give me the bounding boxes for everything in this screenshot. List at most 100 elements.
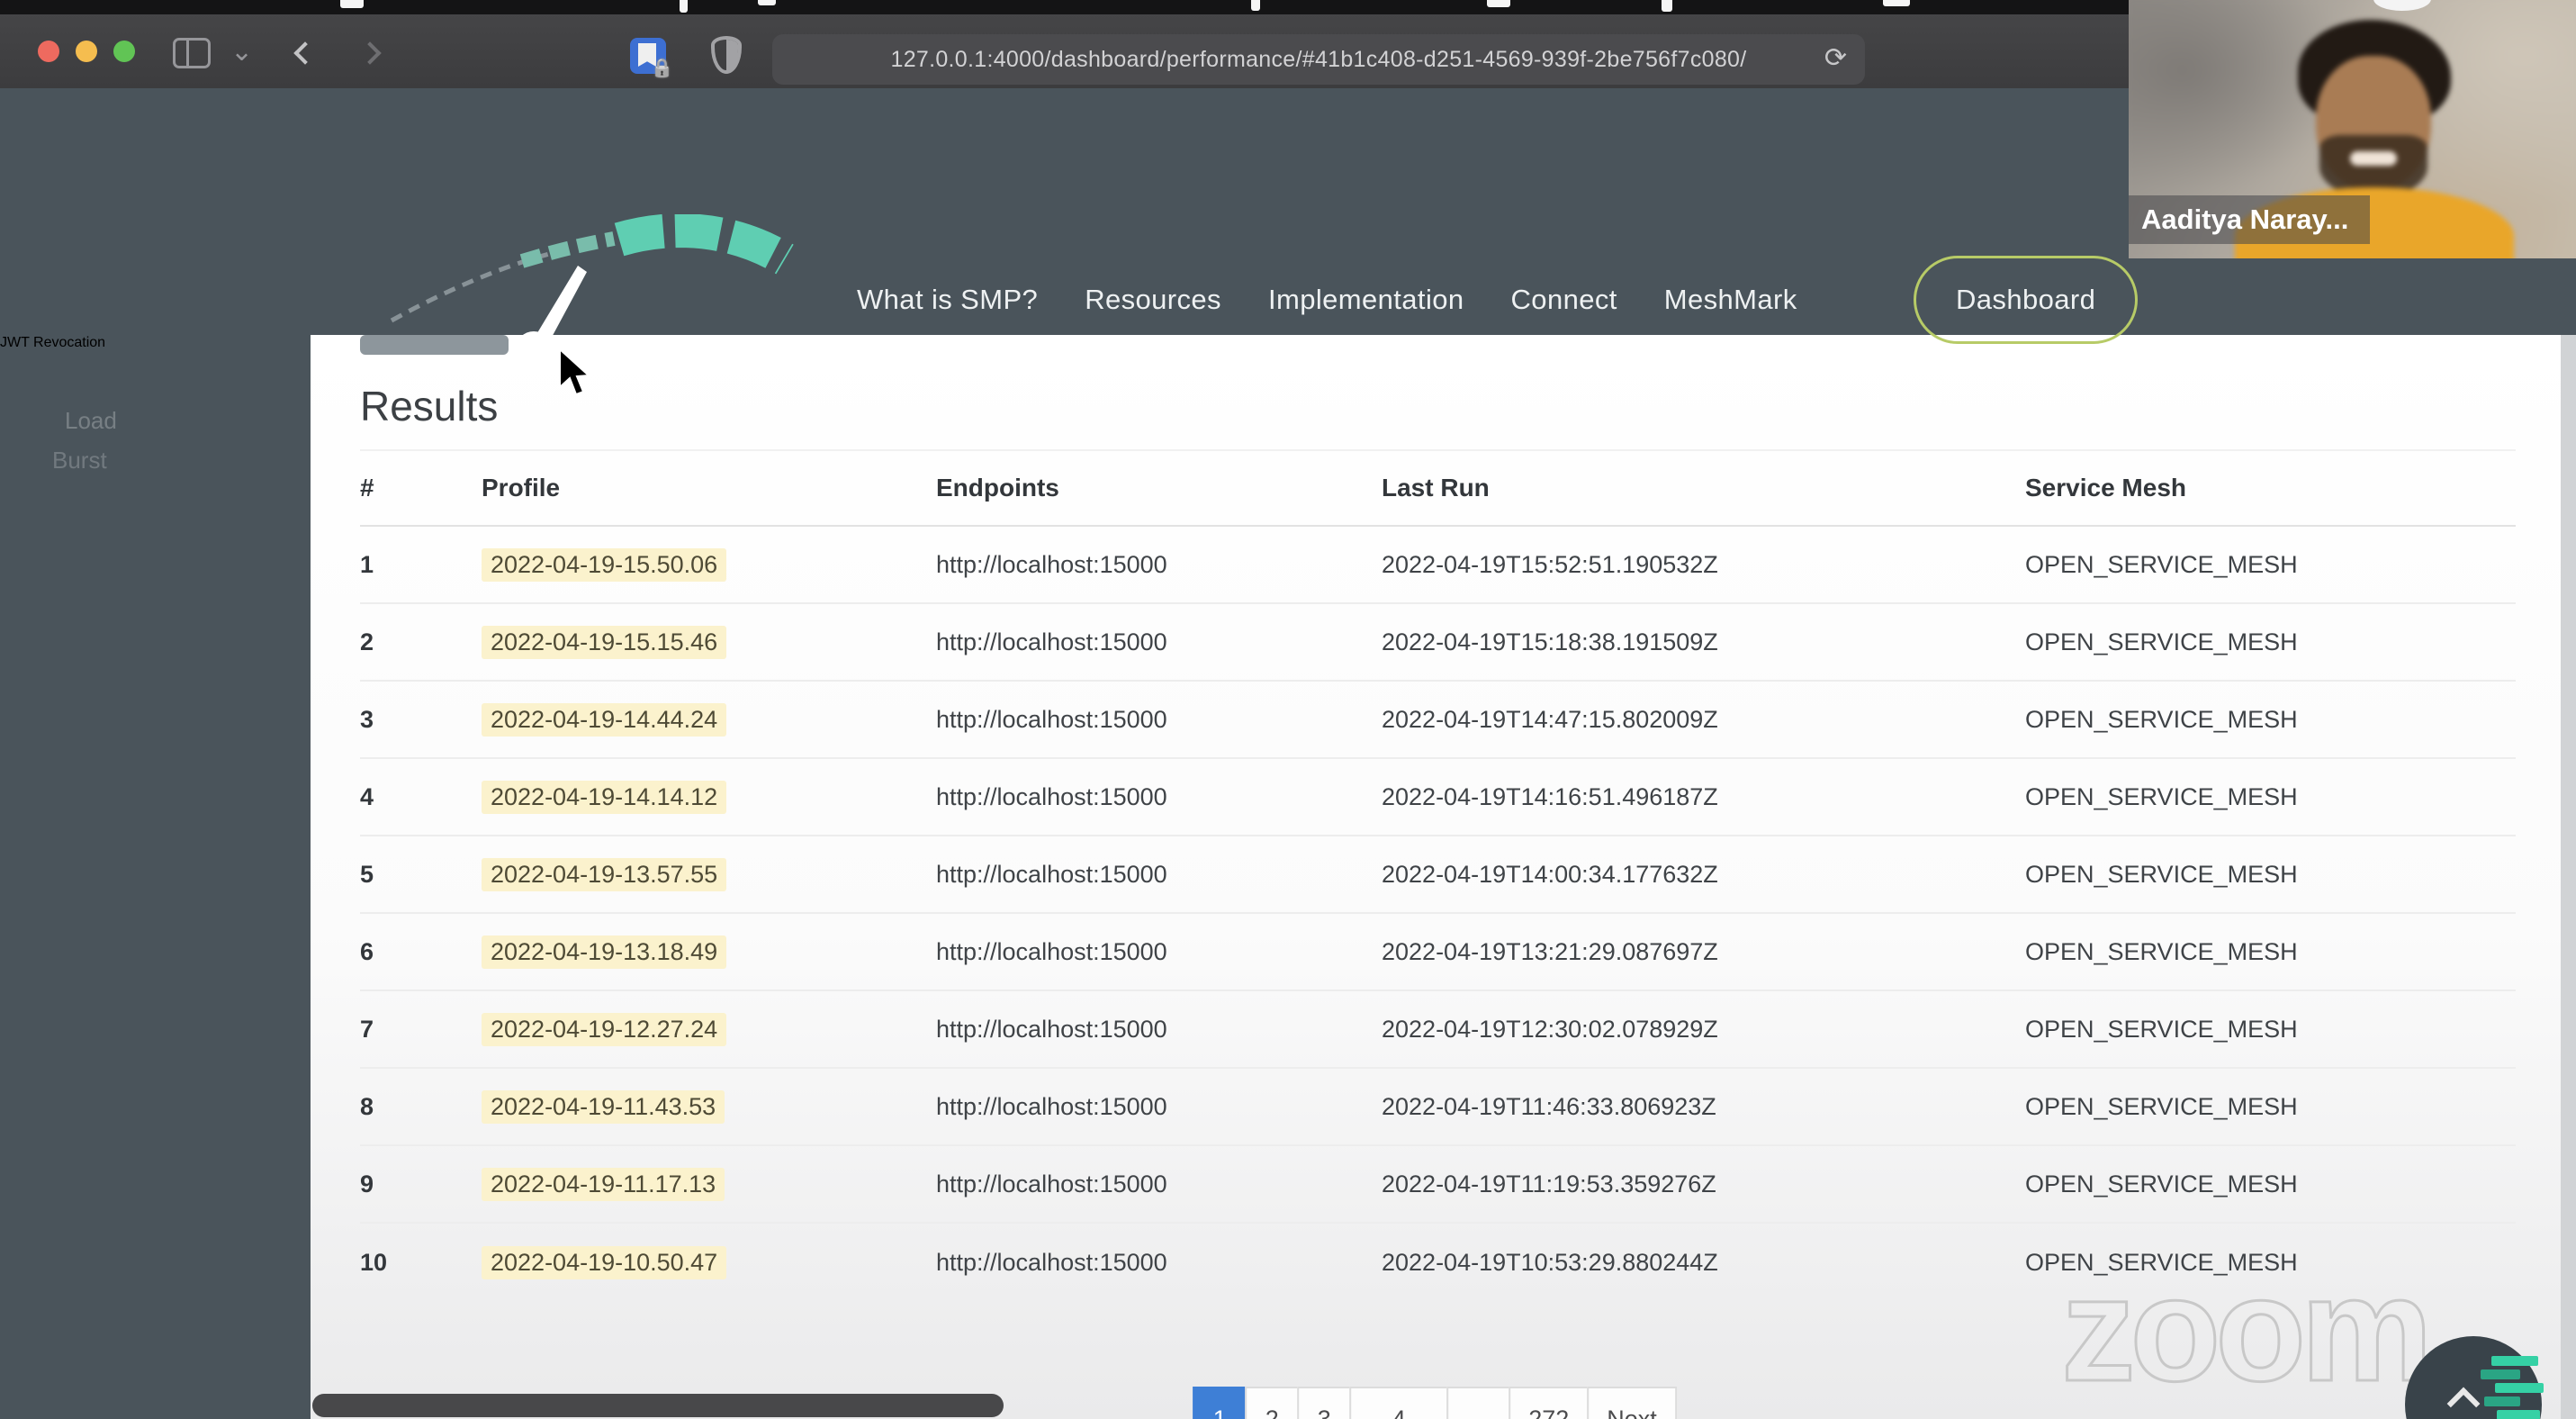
table-row[interactable]: 3 2022-04-19-14.44.24 http://localhost:1… [360, 682, 2516, 759]
profile-cell[interactable]: 2022-04-19-14.14.12 [482, 780, 936, 814]
lastrun-cell: 2022-04-19T11:19:53.359276Z [1382, 1170, 1716, 1198]
profile-cell[interactable]: 2022-04-19-11.43.53 [482, 1089, 936, 1124]
forward-button[interactable] [358, 41, 382, 65]
row-number: 4 [360, 782, 374, 810]
clipped-letter [758, 0, 776, 5]
row-number: 9 [360, 1170, 374, 1198]
clipped-letter [340, 0, 364, 8]
lastrun-cell: 2022-04-19T14:16:51.496187Z [1382, 782, 1718, 810]
logo-wordmark: SMP [583, 331, 689, 374]
page-button[interactable]: … [1446, 1387, 1511, 1419]
table-row[interactable]: 4 2022-04-19-14.14.12 http://localhost:1… [360, 759, 2516, 836]
table-row[interactable]: 1 2022-04-19-15.50.06 http://localhost:1… [360, 527, 2516, 604]
password-extension-icon[interactable] [630, 38, 666, 74]
main-nav: What is SMP? Resources Implementation Conne… [857, 176, 1797, 423]
page-button[interactable]: 3 [1297, 1387, 1352, 1419]
profile-cell[interactable]: 2022-04-19-13.57.55 [482, 857, 936, 891]
endpoint-cell: http://localhost:15000 [936, 705, 1167, 733]
sidebar-toggle-icon[interactable] [173, 38, 211, 68]
nav-link[interactable]: MeshMark [1664, 284, 1797, 316]
endpoint-cell: http://localhost:15000 [936, 1092, 1167, 1120]
nav-link[interactable]: Implementation [1268, 284, 1464, 316]
mesh-cell: OPEN_SERVICE_MESH [2025, 1170, 2298, 1198]
clipped-letter [680, 0, 688, 13]
rail-label[interactable]: JWT Revocation [0, 335, 105, 351]
row-number: 1 [360, 550, 374, 578]
lastrun-cell: 2022-04-19T14:00:34.177632Z [1382, 860, 1718, 888]
row-number: 2 [360, 628, 374, 655]
endpoint-cell: http://localhost:15000 [936, 782, 1167, 810]
left-rail: Load Burst JWT Revocation [0, 335, 311, 1419]
lastrun-cell: 2022-04-19T12:30:02.078929Z [1382, 1015, 1718, 1043]
page-button[interactable]: 2 [1245, 1387, 1300, 1419]
endpoint-cell: http://localhost:15000 [936, 1170, 1167, 1198]
mesh-cell: OPEN_SERVICE_MESH [2025, 550, 2298, 578]
dashboard-button-label: Dashboard [1956, 284, 2096, 315]
zoom-window-button[interactable] [113, 41, 135, 62]
page-button[interactable]: 4 [1349, 1387, 1449, 1419]
mesh-cell: OPEN_SERVICE_MESH [2025, 705, 2298, 733]
endpoint-cell: http://localhost:15000 [936, 1015, 1167, 1043]
mesh-cell: OPEN_SERVICE_MESH [2025, 782, 2298, 810]
clipped-letter [1251, 0, 1260, 11]
vertical-scrollbar[interactable] [2561, 335, 2576, 1419]
shield-extension-icon[interactable] [711, 36, 742, 74]
table-row[interactable]: 8 2022-04-19-11.43.53 http://localhost:1… [360, 1069, 2516, 1146]
url-text: 127.0.0.1:4000/dashboard/performance/#41… [890, 46, 1747, 72]
row-number: 3 [360, 705, 374, 733]
column-header: Endpoints [936, 474, 1059, 502]
participant-name: Aaditya Naray... [2141, 203, 2349, 235]
dashboard-button[interactable]: Dashboard [1914, 256, 2139, 344]
lastrun-cell: 2022-04-19T11:46:33.806923Z [1382, 1092, 1716, 1120]
table-row[interactable]: 2 2022-04-19-15.15.46 http://localhost:1… [360, 604, 2516, 682]
horizontal-scrollbar[interactable] [312, 1394, 1004, 1417]
webcam-video[interactable]: Aaditya Naray... [2129, 0, 2576, 258]
clipped-letter [1662, 0, 1672, 12]
close-window-button[interactable] [38, 41, 59, 62]
column-header: Profile [482, 474, 561, 502]
column-header: # [360, 474, 374, 502]
endpoint-cell: http://localhost:15000 [936, 937, 1167, 965]
row-number: 10 [360, 1248, 388, 1276]
profile-cell[interactable]: 2022-04-19-14.44.24 [482, 702, 936, 737]
lastrun-cell: 2022-04-19T13:21:29.087697Z [1382, 937, 1718, 965]
nav-link[interactable]: What is SMP? [857, 284, 1038, 316]
profile-cell[interactable]: 2022-04-19-12.27.24 [482, 1012, 936, 1046]
profile-cell[interactable]: 2022-04-19-13.18.49 [482, 935, 936, 969]
page-button[interactable]: Next [1587, 1387, 1677, 1419]
nav-link[interactable]: Resources [1085, 284, 1221, 316]
page-button[interactable]: 1 [1193, 1387, 1247, 1419]
profile-cell[interactable]: 2022-04-19-11.17.13 [482, 1167, 936, 1201]
profile-cell[interactable]: 2022-04-19-15.15.46 [482, 625, 936, 659]
row-number: 6 [360, 937, 374, 965]
minimize-window-button[interactable] [76, 41, 97, 62]
rail-label[interactable]: Burst [52, 447, 107, 475]
row-number: 7 [360, 1015, 374, 1043]
profile-cell[interactable]: 2022-04-19-10.50.47 [482, 1245, 936, 1279]
endpoint-cell: http://localhost:15000 [936, 860, 1167, 888]
nav-link[interactable]: Connect [1511, 284, 1617, 316]
page-button[interactable]: 272 [1509, 1387, 1590, 1419]
table-row[interactable]: 7 2022-04-19-12.27.24 http://localhost:1… [360, 991, 2516, 1069]
table-row[interactable]: 5 2022-04-19-13.57.55 http://localhost:1… [360, 836, 2516, 914]
table-row[interactable]: 9 2022-04-19-11.17.13 http://localhost:1… [360, 1146, 2516, 1224]
mesh-cell: OPEN_SERVICE_MESH [2025, 937, 2298, 965]
clipped-letter [1487, 0, 1510, 7]
zoom-watermark: zoom [2060, 1245, 2435, 1414]
participant-name-bar: Aaditya Naray... [2129, 195, 2370, 244]
address-bar[interactable]: 127.0.0.1:4000/dashboard/performance/#41… [772, 34, 1865, 85]
chevron-down-icon[interactable]: ⌄ [230, 36, 253, 68]
page-title: Results [360, 383, 499, 429]
rail-label[interactable]: Load [65, 407, 117, 435]
mesh-cell: OPEN_SERVICE_MESH [2025, 1015, 2298, 1043]
lastrun-cell: 2022-04-19T15:52:51.190532Z [1382, 550, 1718, 578]
mesh-cell: OPEN_SERVICE_MESH [2025, 628, 2298, 655]
screen: ⌄ 127.0.0.1:4000/dashboard/performance/#… [0, 0, 2576, 1419]
table-body: 1 2022-04-19-15.50.06 http://localhost:1… [360, 527, 2516, 1301]
back-button[interactable] [293, 41, 317, 65]
reload-icon[interactable]: ⟳ [1824, 42, 1847, 74]
chevron-up-icon [2446, 1387, 2481, 1419]
profile-cell[interactable]: 2022-04-19-15.50.06 [482, 547, 936, 582]
table-row[interactable]: 6 2022-04-19-13.18.49 http://localhost:1… [360, 914, 2516, 991]
table-header-row: # Profile Endpoints Last Run Service Mesh [360, 449, 2516, 527]
